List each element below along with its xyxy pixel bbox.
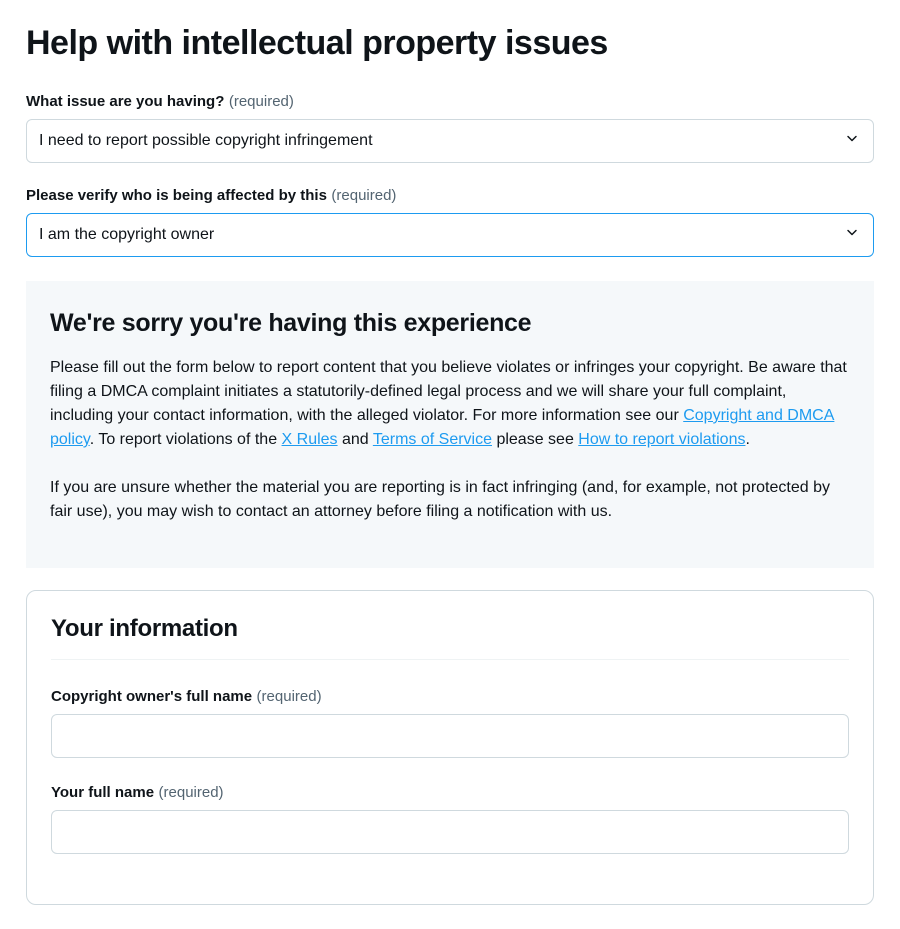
affected-select-wrap: I am the copyright owner [26, 213, 874, 257]
owner-name-field: Copyright owner's full name (required) [51, 688, 849, 758]
terms-of-service-link[interactable]: Terms of Service [373, 431, 492, 448]
x-rules-link[interactable]: X Rules [282, 431, 338, 448]
info-paragraph-2: If you are unsure whether the material y… [50, 476, 850, 524]
affected-label: Please verify who is being affected by t… [26, 187, 327, 204]
owner-name-input[interactable] [51, 714, 849, 758]
info-heading: We're sorry you're having this experienc… [50, 309, 850, 338]
your-name-required: (required) [159, 784, 224, 801]
section-divider [51, 659, 849, 660]
affected-select[interactable]: I am the copyright owner [26, 213, 874, 257]
info-text: please see [492, 431, 578, 448]
issue-label: What issue are you having? [26, 93, 224, 110]
how-to-report-violations-link[interactable]: How to report violations [578, 431, 745, 448]
info-paragraph-1: Please fill out the form below to report… [50, 356, 850, 452]
your-name-label: Your full name [51, 784, 154, 801]
issue-required: (required) [229, 93, 294, 110]
page-title: Help with intellectual property issues [26, 24, 874, 63]
info-text: and [338, 431, 373, 448]
your-information-heading: Your information [51, 615, 849, 643]
info-panel: We're sorry you're having this experienc… [26, 281, 874, 568]
info-text: . To report violations of the [90, 431, 282, 448]
affected-field-group: Please verify who is being affected by t… [26, 187, 874, 257]
issue-select-value: I need to report possible copyright infr… [39, 132, 373, 150]
your-name-input[interactable] [51, 810, 849, 854]
issue-field-group: What issue are you having? (required) I … [26, 93, 874, 163]
your-name-field: Your full name (required) [51, 784, 849, 854]
owner-name-label: Copyright owner's full name [51, 688, 252, 705]
issue-select-wrap: I need to report possible copyright infr… [26, 119, 874, 163]
owner-name-required: (required) [257, 688, 322, 705]
issue-select[interactable]: I need to report possible copyright infr… [26, 119, 874, 163]
info-text: . [745, 431, 749, 448]
affected-required: (required) [331, 187, 396, 204]
affected-select-value: I am the copyright owner [39, 226, 214, 244]
your-information-section: Your information Copyright owner's full … [26, 590, 874, 905]
